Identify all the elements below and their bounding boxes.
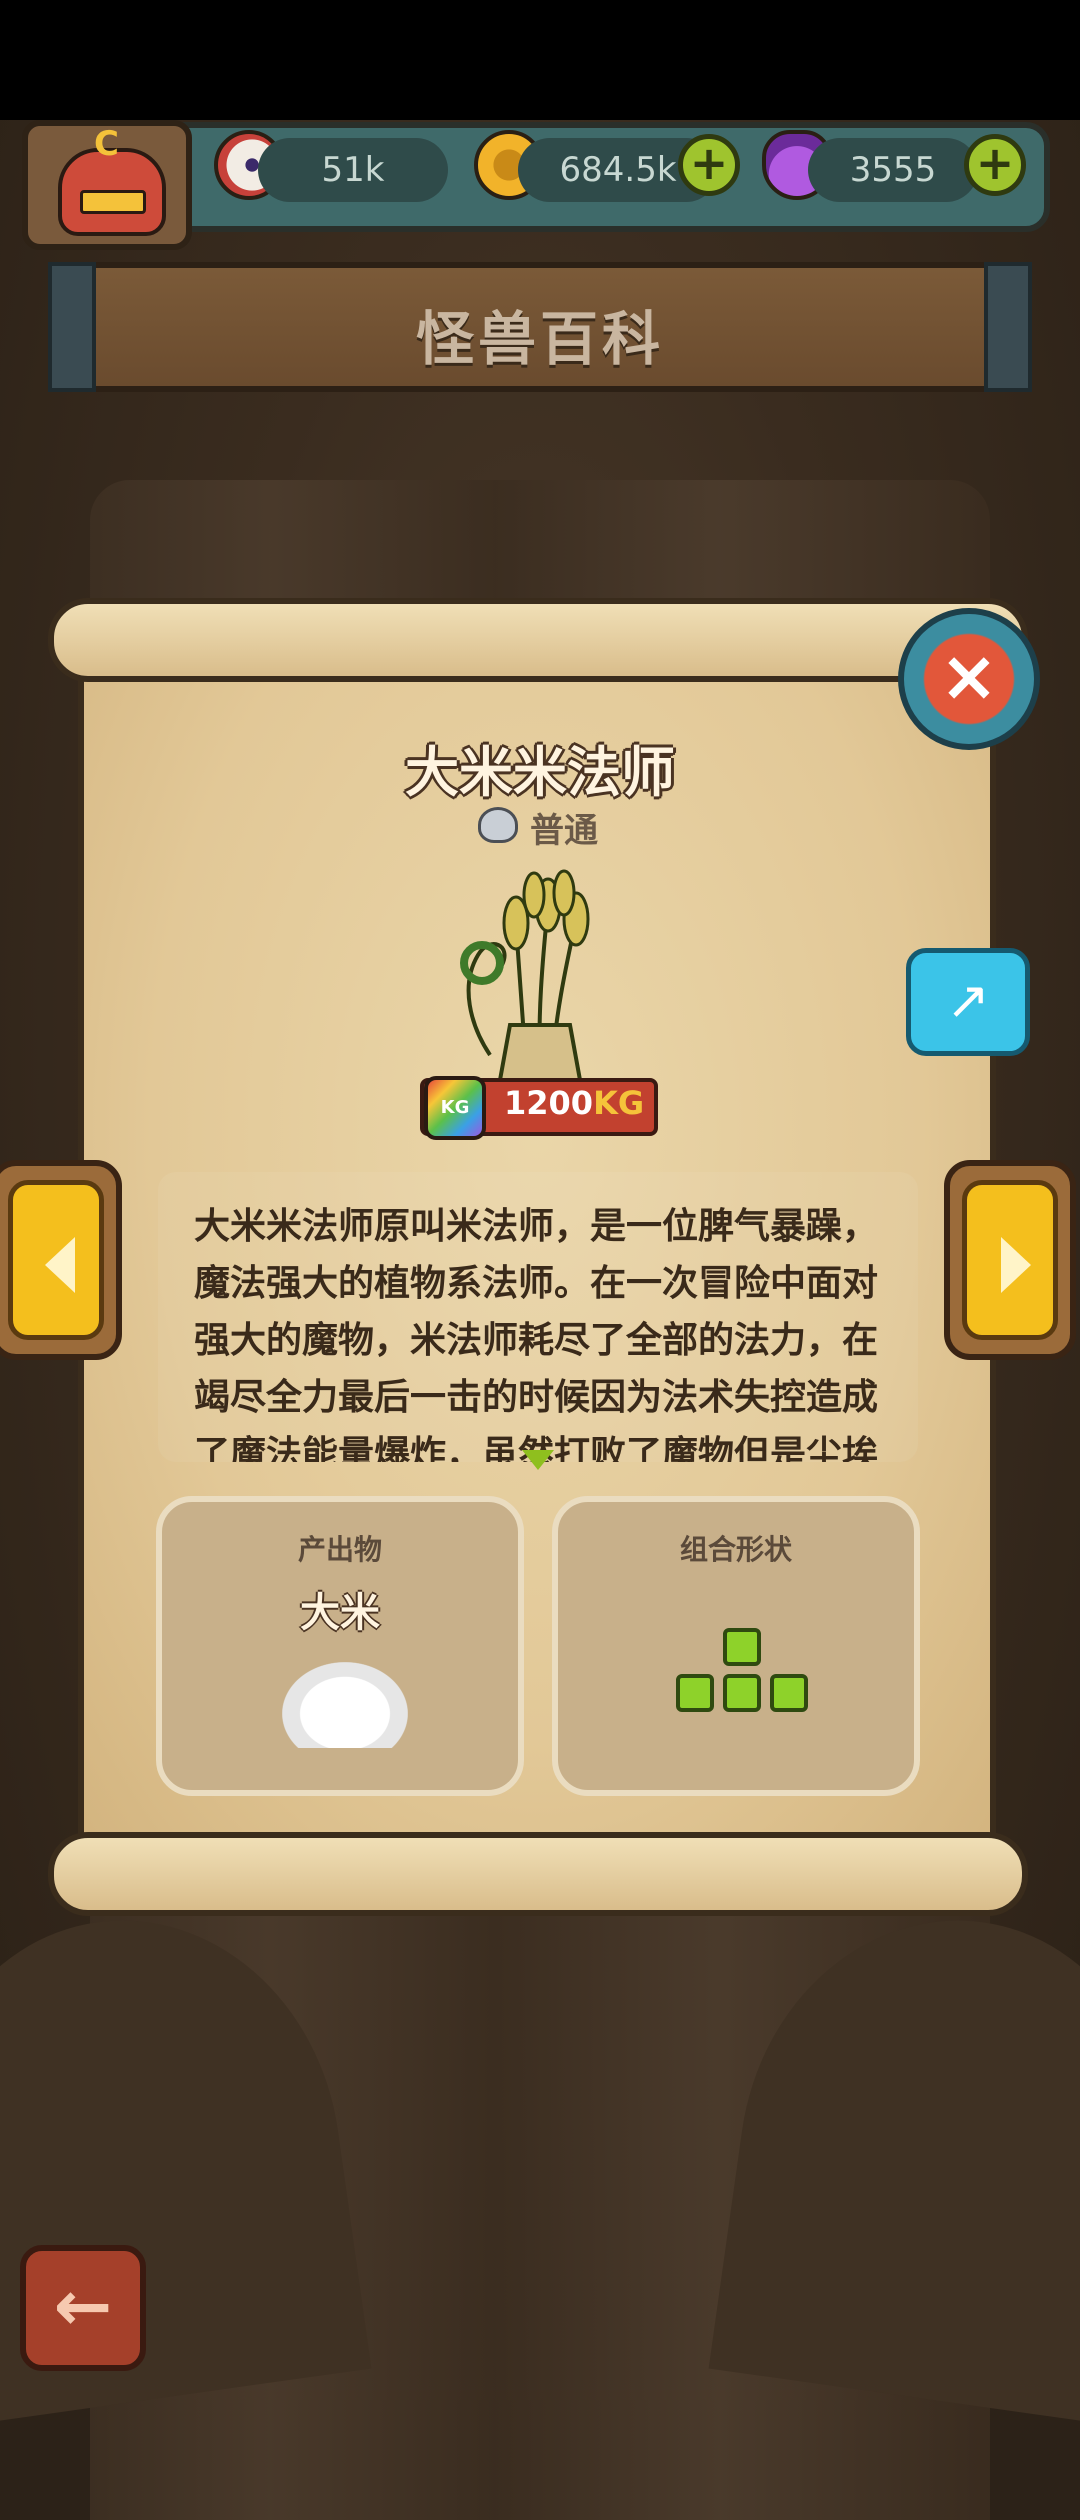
eyes-counter: 51k (258, 138, 448, 202)
monster-name: 大米米法师 (405, 741, 675, 804)
output-card: 产出物 大米 (156, 1496, 524, 1796)
next-button-face (962, 1180, 1058, 1340)
output-item-name: 大米 (300, 1590, 380, 1636)
shape-block (770, 1674, 808, 1712)
potions-counter: 3555 (808, 138, 978, 202)
back-button[interactable]: ← (20, 2245, 146, 2371)
avatar-letter: C (94, 124, 119, 164)
previous-monster-button[interactable] (0, 1160, 122, 1360)
skull-icon (478, 807, 518, 843)
shape-card-title: 组合形状 (679, 1533, 792, 1566)
monster-description: 大米米法师原叫米法师，是一位脾气暴躁，魔法强大的植物系法师。在一次冒险中面对强大… (194, 1206, 879, 1462)
page-title: 怪兽百科 (415, 305, 664, 373)
rice-mage-monster-image (460, 869, 590, 1082)
rarity-label: 普通 (530, 811, 598, 851)
shape-card: 组合形状 (552, 1496, 920, 1796)
rice-pile-icon (282, 1662, 408, 1748)
player-avatar[interactable]: C (22, 120, 192, 250)
shape-block (723, 1628, 761, 1666)
weight-unit: KG (593, 1084, 645, 1122)
monster-description-box[interactable]: 大米米法师原叫米法师，是一位脾气暴躁，魔法强大的植物系法师。在一次冒险中面对强大… (158, 1172, 918, 1462)
scroll-rod-bottom (48, 1832, 1028, 1916)
previous-button-face (8, 1180, 104, 1340)
combination-shape (676, 1628, 808, 1718)
close-button[interactable]: × (898, 608, 1040, 750)
status-bar (0, 0, 1080, 120)
scroll-rod-top (48, 598, 1028, 682)
arrow-right-icon (1001, 1237, 1031, 1293)
weight-value: 1200KG (504, 1084, 644, 1122)
expand-description-icon[interactable] (522, 1450, 554, 1470)
weight-number: 1200 (504, 1084, 594, 1122)
arrow-left-icon (45, 1237, 75, 1293)
next-monster-button[interactable] (944, 1160, 1076, 1360)
shape-block (676, 1674, 714, 1712)
add-potions-button[interactable]: + (964, 134, 1026, 196)
kg-weight-icon: KG (424, 1076, 486, 1140)
add-coins-button[interactable]: + (678, 134, 740, 196)
shape-block (723, 1674, 761, 1712)
share-button[interactable]: ↗ (906, 948, 1030, 1056)
output-card-title: 产出物 (297, 1533, 382, 1566)
